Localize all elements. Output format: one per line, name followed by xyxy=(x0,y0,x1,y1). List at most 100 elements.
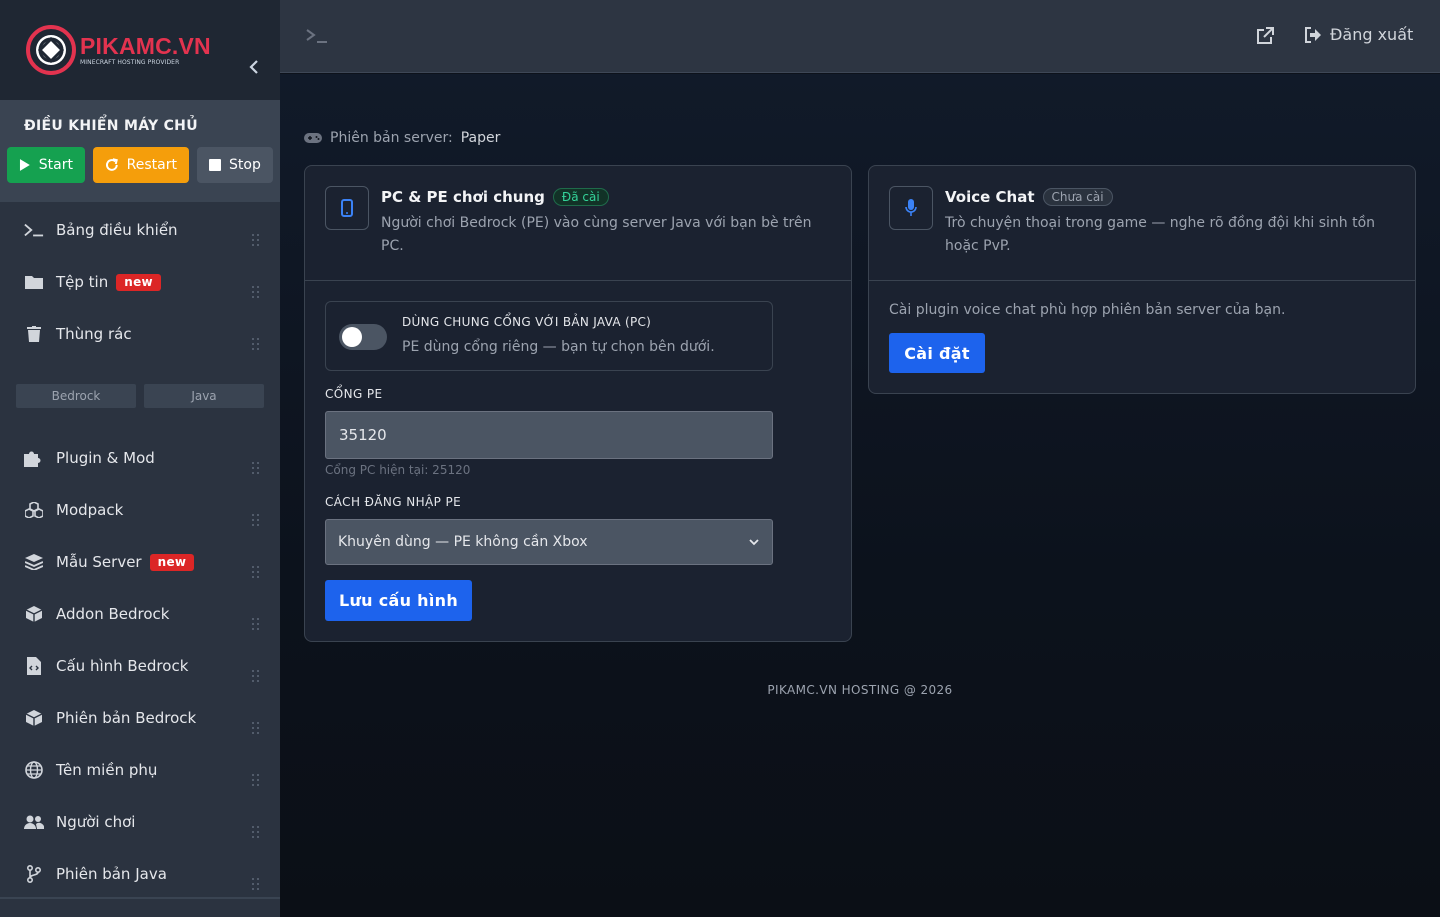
sidebar-item-files[interactable]: Tệp tin new xyxy=(0,256,280,308)
tab-java[interactable]: Java xyxy=(144,384,264,408)
pc-port-hint: Cổng PC hiện tại: 25120 xyxy=(325,463,471,477)
drag-handle-icon[interactable] xyxy=(252,514,260,526)
sidebar: PIKAMC.VN MINECRAFT HOSTING PROVIDER ĐIỀ… xyxy=(0,0,280,917)
logout-label: Đăng xuất xyxy=(1330,25,1414,44)
save-config-button[interactable]: Lưu cấu hình xyxy=(325,580,472,621)
sidebar-item-templates[interactable]: Mẫu Server new xyxy=(0,536,280,588)
pe-login-selected: Khuyên dùng — PE không cần Xbox xyxy=(338,534,588,550)
sidebar-item-label: Modpack xyxy=(56,501,124,519)
chevron-down-icon xyxy=(749,539,759,546)
server-version-label: Phiên bản server: xyxy=(330,130,453,146)
brand-logo[interactable]: PIKAMC.VN MINECRAFT HOSTING PROVIDER xyxy=(26,25,211,75)
globe-icon xyxy=(24,760,44,780)
drag-handle-icon[interactable] xyxy=(252,774,260,786)
shared-port-option: DÙNG CHUNG CỔNG VỚI BẢN JAVA (PC) PE dùn… xyxy=(325,301,773,371)
drag-handle-icon[interactable] xyxy=(252,286,260,298)
sidebar-item-label: Phiên bản Java xyxy=(56,865,167,883)
logo-icon xyxy=(26,25,76,75)
install-button[interactable]: Cài đặt xyxy=(889,333,985,373)
start-button[interactable]: Start xyxy=(7,147,85,183)
sidebar-item-label: Bảng điều khiển xyxy=(56,221,178,239)
sidebar-item-players[interactable]: Người chơi xyxy=(0,796,280,848)
topbar: Đăng xuất xyxy=(280,0,1440,73)
toggle-knob xyxy=(342,327,362,347)
drag-handle-icon[interactable] xyxy=(252,722,260,734)
microphone-icon xyxy=(889,186,933,230)
stop-label: Stop xyxy=(229,157,261,173)
drag-handle-icon[interactable] xyxy=(252,462,260,474)
stop-button[interactable]: Stop xyxy=(197,147,273,183)
sidebar-item-modpack[interactable]: Modpack xyxy=(0,484,280,536)
voicechat-body: Cài plugin voice chat phù hợp phiên bản … xyxy=(889,302,1286,318)
pe-port-input[interactable] xyxy=(325,411,773,459)
stop-icon xyxy=(209,159,221,171)
restart-button[interactable]: Restart xyxy=(93,147,189,183)
console-button[interactable] xyxy=(306,28,328,48)
sign-out-icon xyxy=(1305,26,1321,43)
drag-handle-icon[interactable] xyxy=(252,878,260,890)
sidebar-item-subdomain[interactable]: Tên miền phụ xyxy=(0,744,280,796)
brand-tagline: MINECRAFT HOSTING PROVIDER xyxy=(80,59,180,66)
pe-login-label: CÁCH ĐĂNG NHẬP PE xyxy=(325,495,462,509)
new-badge: new xyxy=(116,273,161,291)
status-badge: Chưa cài xyxy=(1042,188,1113,206)
sidebar-item-dashboard[interactable]: Bảng điều khiển xyxy=(0,204,280,256)
sidebar-item-plugins[interactable]: Plugin & Mod xyxy=(0,432,280,484)
brand-name: PIKAMC.VN xyxy=(80,33,211,59)
external-link-icon xyxy=(1257,27,1274,44)
server-controls: ĐIỀU KHIỂN MÁY CHỦ Start Restart Stop xyxy=(0,100,280,202)
cubes-icon xyxy=(24,500,44,520)
drag-handle-icon[interactable] xyxy=(252,618,260,630)
drag-handle-icon[interactable] xyxy=(252,234,260,246)
crossplay-card: PC & PE chơi chung Đã cài Người chơi Bed… xyxy=(304,165,852,642)
play-icon xyxy=(19,159,30,171)
tab-bedrock[interactable]: Bedrock xyxy=(16,384,136,408)
sidebar-item-label: Plugin & Mod xyxy=(56,449,155,467)
gamepad-icon xyxy=(304,133,322,143)
puzzle-icon xyxy=(24,448,44,468)
drag-handle-icon[interactable] xyxy=(252,670,260,682)
cube-icon xyxy=(24,708,44,728)
sidebar-item-label: Thùng rác xyxy=(56,325,132,343)
brand: PIKAMC.VN MINECRAFT HOSTING PROVIDER xyxy=(0,0,280,100)
server-version-value: Paper xyxy=(460,130,501,146)
drag-handle-icon[interactable] xyxy=(252,566,260,578)
open-external-button[interactable] xyxy=(1255,26,1275,50)
cube-icon xyxy=(24,604,44,624)
trash-icon xyxy=(24,324,44,344)
footer: PIKAMC.VN HOSTING @ 2026 xyxy=(767,683,953,697)
terminal-icon xyxy=(306,29,327,43)
restart-label: Restart xyxy=(126,157,177,173)
sidebar-item-label: Người chơi xyxy=(56,813,136,831)
collapse-sidebar-button[interactable] xyxy=(244,56,264,80)
code-branch-icon xyxy=(24,864,44,884)
file-code-icon xyxy=(24,656,44,676)
sidebar-item-label: Tên miền phụ xyxy=(56,761,158,779)
logout-button[interactable]: Đăng xuất xyxy=(1304,25,1413,44)
drag-handle-icon[interactable] xyxy=(252,826,260,838)
drag-handle-icon[interactable] xyxy=(252,338,260,350)
pe-login-select[interactable]: Khuyên dùng — PE không cần Xbox xyxy=(325,519,773,565)
sidebar-item-addon-bedrock[interactable]: Addon Bedrock xyxy=(0,588,280,640)
shared-port-toggle[interactable] xyxy=(339,324,387,350)
new-badge: new xyxy=(149,553,195,571)
sidebar-item-java-version[interactable]: Phiên bản Java xyxy=(0,848,280,900)
sidebar-item-bedrock-version[interactable]: Phiên bản Bedrock xyxy=(0,692,280,744)
start-label: Start xyxy=(38,157,73,173)
server-controls-title: ĐIỀU KHIỂN MÁY CHỦ xyxy=(24,118,198,134)
sidebar-divider xyxy=(0,897,280,899)
voicechat-description: Trò chuyện thoại trong game — nghe rõ đồ… xyxy=(945,215,1376,254)
sidebar-item-label: Mẫu Server xyxy=(56,553,142,571)
voicechat-title: Voice Chat xyxy=(945,188,1035,206)
status-badge: Đã cài xyxy=(552,188,609,206)
pe-port-label: CỔNG PE xyxy=(325,387,383,401)
refresh-icon xyxy=(106,158,118,171)
voicechat-card: Voice Chat Chưa cài Trò chuyện thoại tro… xyxy=(868,165,1416,394)
users-icon xyxy=(24,812,44,832)
shared-port-description: PE dùng cổng riêng — bạn tự chọn bên dướ… xyxy=(402,339,715,355)
platform-tabs: Bedrock Java xyxy=(0,360,280,432)
layers-icon xyxy=(24,552,44,572)
mobile-icon xyxy=(325,186,369,230)
sidebar-item-trash[interactable]: Thùng rác xyxy=(0,308,280,360)
sidebar-item-bedrock-config[interactable]: Cấu hình Bedrock xyxy=(0,640,280,692)
